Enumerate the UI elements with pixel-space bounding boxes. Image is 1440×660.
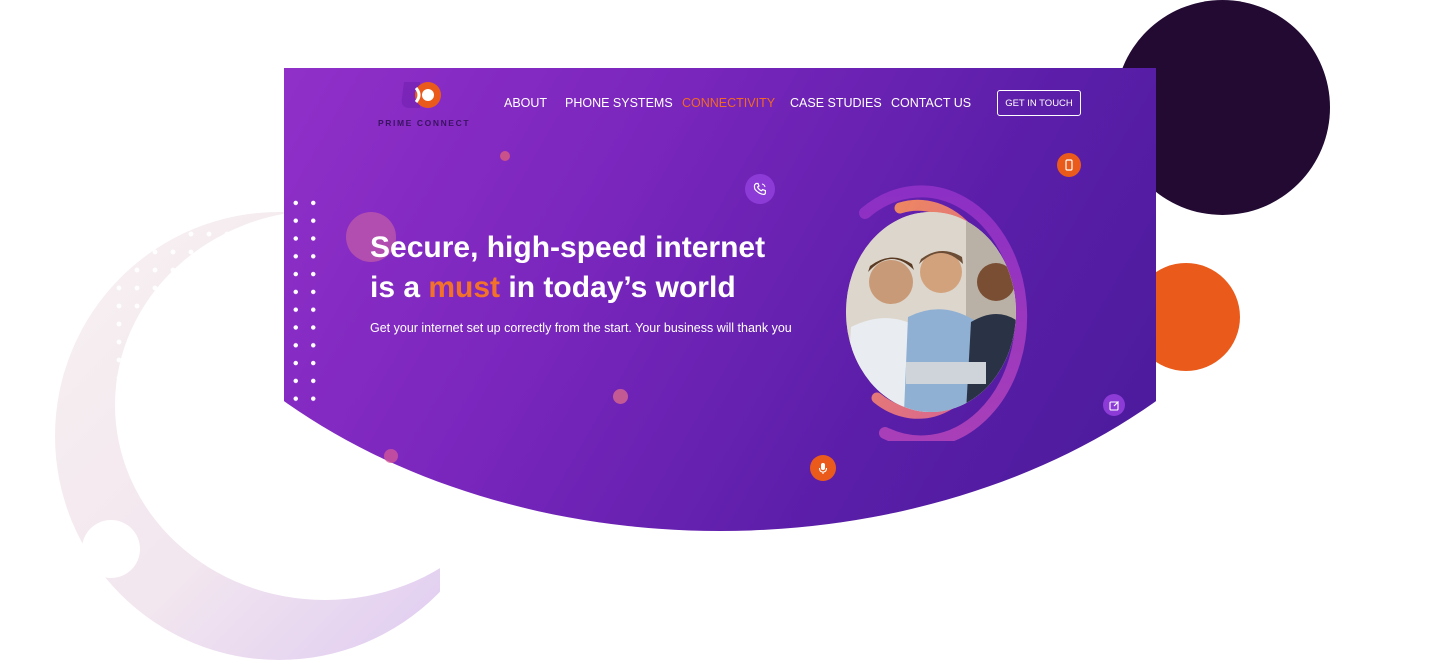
nav-item-contact-us[interactable]: CONTACT US [891,96,971,110]
decorative-bubble [384,449,398,463]
decorative-bubble [500,151,510,161]
nav-item-connectivity[interactable]: CONNECTIVITY [682,96,775,110]
headline-pre: is a [370,271,429,304]
headline-line-2: is a must in today’s world [370,268,840,308]
nav-item-phone-systems[interactable]: PHONE SYSTEMS [565,96,673,110]
nav-item-about[interactable]: ABOUT [504,96,547,110]
decorative-white-dots [287,194,321,404]
decorative-bubble [613,389,628,404]
decorative-dot-grid [110,225,290,395]
headline-accent: must [428,271,501,304]
microphone-icon [810,455,836,481]
nav-item-case-studies[interactable]: CASE STUDIES [790,96,882,110]
headline-line-1: Secure, high-speed internet [370,231,766,264]
team-photo [846,212,1016,412]
logo-mark-icon [401,82,441,108]
edit-icon [1103,394,1125,416]
brand-logo[interactable]: PRIME CONNECT [378,78,471,130]
mobile-phone-icon [1057,153,1081,177]
hero-subtitle: Get your internet set up correctly from … [370,321,792,335]
phone-call-icon [745,174,775,204]
decorative-ring-end [82,520,140,578]
headline-post: in today’s world [500,271,736,304]
brand-name: PRIME CONNECT [378,118,471,128]
get-in-touch-button[interactable]: GET IN TOUCH [997,90,1081,116]
hero-headline: Secure, high-speed internet is a must in… [370,228,840,308]
